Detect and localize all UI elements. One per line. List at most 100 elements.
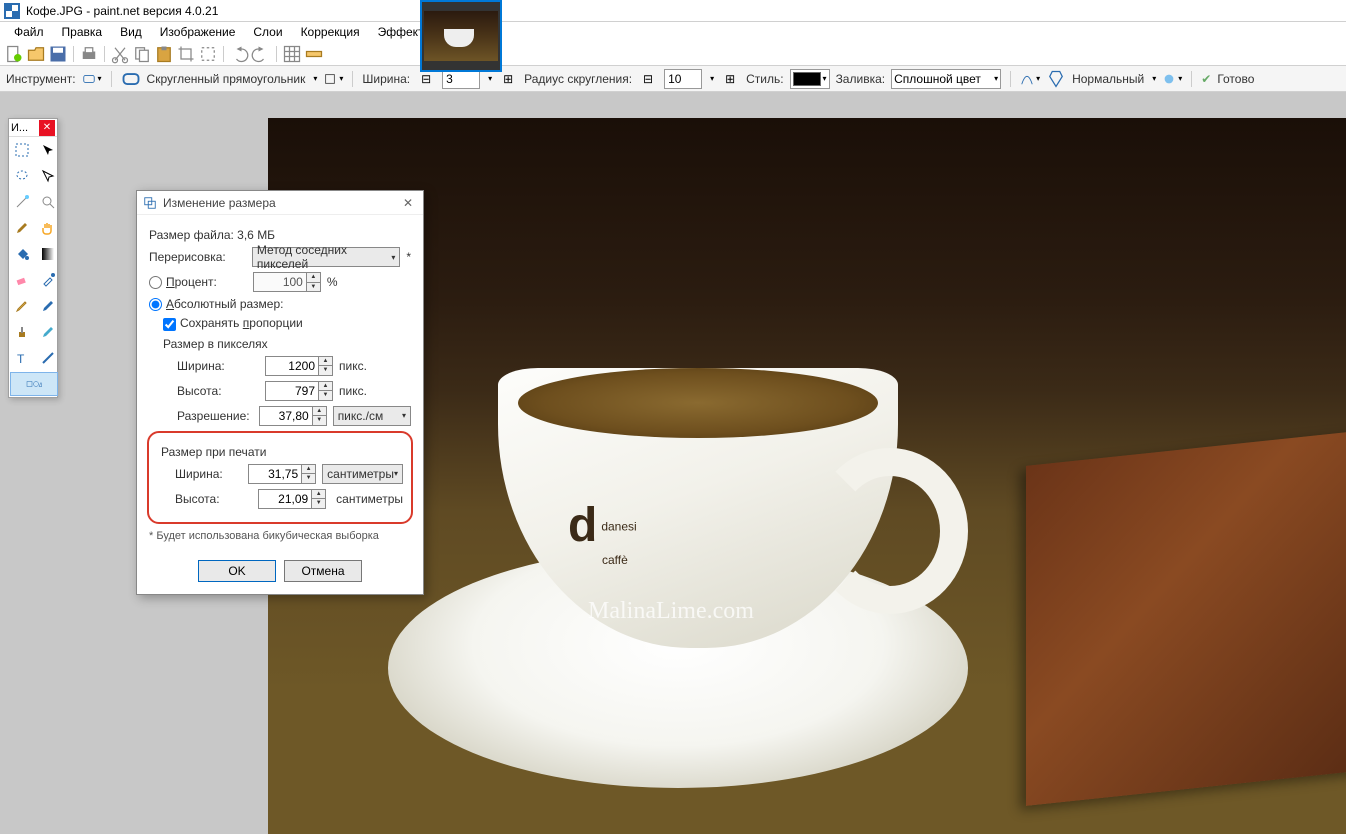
radius-input[interactable] [664,69,702,89]
paste-icon[interactable] [154,44,174,64]
print-width-unit-dropdown[interactable]: сантиметры▾ [322,464,403,484]
deselect-icon[interactable] [198,44,218,64]
resolution-unit-dropdown[interactable]: пикс./см▾ [333,406,411,426]
clone-stamp-tool[interactable] [10,320,34,344]
photo-watermark: MalinaLime.com [588,598,754,625]
resampling-dropdown[interactable]: Метод соседних пикселей▾ [252,247,400,267]
eraser-tool[interactable] [10,268,34,292]
cut-icon[interactable] [110,44,130,64]
resize-icon [143,196,157,210]
radius-plus-icon[interactable]: ⊞ [720,69,740,89]
px-width-input[interactable] [265,356,319,376]
menu-edit[interactable]: Правка [54,23,111,41]
blend-label: Нормальный [1072,72,1144,86]
antialias-icon[interactable]: ▾ [1020,69,1040,89]
window-title: Кофе.JPG - paint.net версия 4.0.21 [26,4,218,18]
line-tool[interactable] [36,346,60,370]
magic-wand-tool[interactable] [10,190,34,214]
printsize-header: Размер при печати [161,445,403,459]
radius-label: Радиус скругления: [524,72,632,86]
print-height-unit: сантиметры [332,492,403,506]
eyedropper-tool[interactable] [36,268,60,292]
shape-style-icon[interactable]: ▾ [323,69,343,89]
radius-minus-icon[interactable]: ⊟ [638,69,658,89]
blend-icon[interactable] [1046,69,1066,89]
fill-label: Заливка: [836,72,886,86]
print-height-input[interactable] [258,489,312,509]
document-thumbnail[interactable] [420,0,502,72]
photo-coffee [518,368,878,438]
shapes-tool[interactable] [10,372,58,396]
ok-button[interactable]: OK [198,560,276,582]
main-toolbar [0,42,1346,66]
px-height-label: Высота: [177,384,259,398]
absolute-radio[interactable]: Абсолютный размер: [149,297,283,311]
percent-input [253,272,307,292]
menu-layers[interactable]: Слои [245,23,290,41]
shape-type-icon[interactable] [121,69,141,89]
dialog-titlebar[interactable]: Изменение размера ✕ [137,191,423,215]
resolution-label: Разрешение: [177,409,253,423]
undo-icon[interactable] [229,44,249,64]
open-file-icon[interactable] [26,44,46,64]
menubar: Файл Правка Вид Изображение Слои Коррекц… [0,22,1346,42]
percent-unit: % [327,275,338,289]
lasso-tool[interactable] [10,164,34,188]
image-canvas[interactable]: ddanesicaffè MalinaLime.com [268,118,1346,834]
dialog-close-icon[interactable]: ✕ [403,196,417,210]
current-tool-icon[interactable]: ▾ [82,69,102,89]
menu-view[interactable]: Вид [112,23,150,41]
new-file-icon[interactable] [4,44,24,64]
dialog-title: Изменение размера [163,196,276,210]
tools-window-header[interactable]: И... ✕ [9,119,57,137]
move-selection-tool[interactable] [36,138,60,162]
app-icon [4,3,20,19]
commit-check-icon: ✔ [1201,72,1211,86]
pixelsize-header: Размер в пикселях [163,337,411,351]
resize-dialog: Изменение размера ✕ Размер файла: 3,6 МБ… [136,190,424,595]
px-width-label: Ширина: [177,359,259,373]
recolor-tool[interactable] [36,320,60,344]
tool-options-bar: Инструмент: ▾ Скругленный прямоугольник▾… [0,66,1346,92]
color-replace-tool[interactable] [36,294,60,318]
print-icon[interactable] [79,44,99,64]
bucket-tool[interactable] [10,242,34,266]
pan-tool[interactable] [36,216,60,240]
save-icon[interactable] [48,44,68,64]
menu-image[interactable]: Изображение [152,23,244,41]
style-dropdown[interactable]: ▾ [790,69,830,89]
percent-radio[interactable]: Процент: [149,275,217,289]
ruler-icon[interactable] [304,44,324,64]
photo-book [1026,430,1346,806]
fill-dropdown[interactable]: Сплошной цвет▾ [891,69,1001,89]
photo-logo: ddanesicaffè [568,498,637,567]
svg-text:T: T [17,352,25,366]
menu-adjust[interactable]: Коррекция [293,23,368,41]
redo-icon[interactable] [251,44,271,64]
rect-select-tool[interactable] [10,138,34,162]
tools-window[interactable]: И... ✕ T [8,118,58,398]
keep-aspect-checkbox[interactable]: Сохранять пропорции [163,316,303,330]
grid-icon[interactable] [282,44,302,64]
overwrite-icon[interactable]: ▾ [1162,69,1182,89]
commit-label[interactable]: Готово [1217,72,1254,86]
print-width-input[interactable] [248,464,302,484]
paintbrush-tool[interactable] [10,216,34,240]
px-unit-2: пикс. [339,384,367,398]
window-titlebar: Кофе.JPG - paint.net версия 4.0.21 [0,0,1346,22]
gradient-tool[interactable] [36,242,60,266]
crop-icon[interactable] [176,44,196,64]
px-unit-1: пикс. [339,359,367,373]
resolution-input[interactable] [259,406,313,426]
close-icon[interactable]: ✕ [39,120,55,136]
pencil-tool[interactable] [10,294,34,318]
print-height-label: Высота: [175,492,252,506]
zoom-tool[interactable] [36,190,60,214]
copy-icon[interactable] [132,44,152,64]
px-height-input[interactable] [265,381,319,401]
tool-label: Инструмент: [6,72,76,86]
move-pixels-tool[interactable] [36,164,60,188]
text-tool[interactable]: T [10,346,34,370]
cancel-button[interactable]: Отмена [284,560,362,582]
menu-file[interactable]: Файл [6,23,52,41]
